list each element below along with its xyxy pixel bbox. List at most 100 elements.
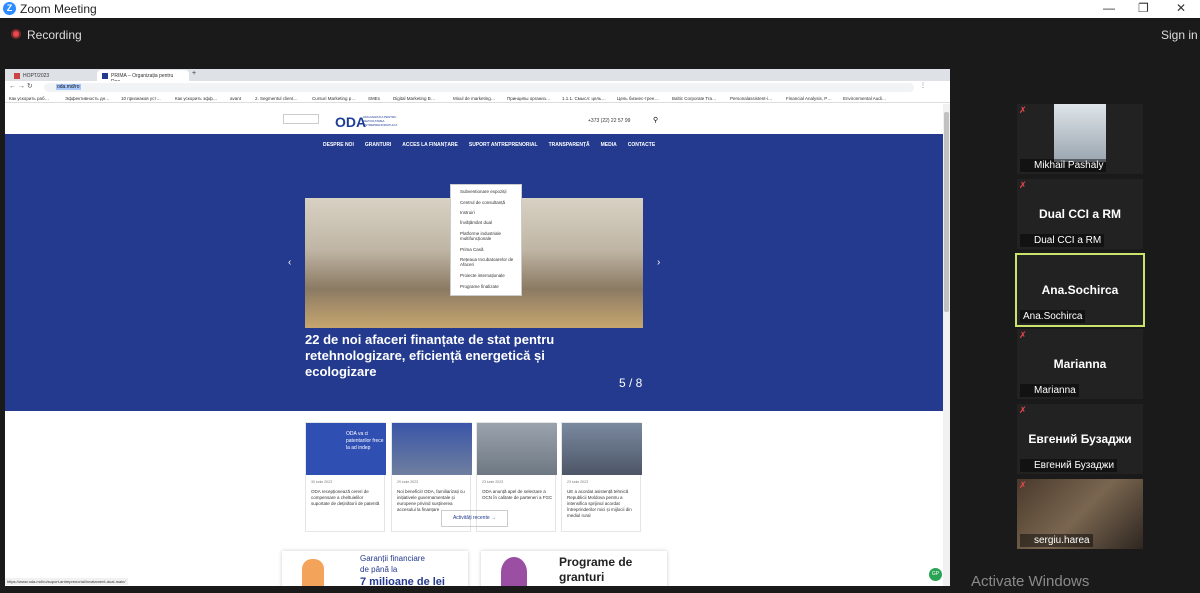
- dropdown-item[interactable]: Programe finalizate: [460, 284, 499, 289]
- ad-badge-icon[interactable]: GP: [929, 568, 942, 581]
- nav-item[interactable]: CONTACTE: [628, 142, 655, 148]
- bookmark[interactable]: Принципы организ…: [507, 96, 550, 101]
- search-icon[interactable]: ⚲: [653, 116, 658, 124]
- news-card-date: 29 iunie 2023: [397, 480, 419, 484]
- participant-display-name: Евгений Бузаджи: [1028, 432, 1132, 446]
- hero-prev-icon[interactable]: ‹: [288, 257, 291, 268]
- bookmark[interactable]: 1.1.1. Смысл: цель…: [562, 96, 606, 101]
- nav-item[interactable]: TRANSPARENȚĂ: [549, 142, 590, 148]
- hero-next-icon[interactable]: ›: [657, 257, 660, 268]
- bookmark[interactable]: Цель бизнес-трен…: [617, 96, 659, 101]
- new-tab-icon[interactable]: +: [192, 70, 196, 77]
- dropdown-item[interactable]: Învățământ dual: [460, 220, 492, 225]
- browser-tab-active[interactable]: PRIMA – Organizația pentru Dez: [97, 70, 189, 85]
- zoom-titlebar: Z Zoom Meeting — ❐ ✕: [0, 0, 1200, 18]
- nav-item[interactable]: DESPRE NOI: [323, 142, 354, 148]
- participant-name: sergiu.harea: [1020, 534, 1093, 547]
- bookmark[interactable]: Как ускорить эфф…: [175, 96, 217, 101]
- bookmark[interactable]: 2. Segmentul client…: [255, 96, 298, 101]
- slide-counter: 5 / 8: [619, 376, 643, 390]
- bookmark[interactable]: SMEs: [368, 96, 380, 101]
- url-bar[interactable]: oda.md/ro: [44, 83, 914, 92]
- windows-activation-watermark: Activate Windows: [971, 573, 1090, 590]
- participant-name: Ana.Sochirca: [1020, 310, 1086, 323]
- participant-name: Marianna: [1020, 384, 1079, 397]
- restore-icon[interactable]: ❐: [1138, 1, 1149, 15]
- bookmark[interactable]: Cursuri Marketing p…: [312, 96, 356, 101]
- hero-section: DESPRE NOI GRANTURI ACCES LA FINANȚARE SUPO…: [5, 134, 943, 532]
- scrollbar-thumb[interactable]: [944, 112, 949, 312]
- news-card-title[interactable]: ODA anunță apel de selectare a OCN în ca…: [482, 489, 554, 501]
- card-line: Garanții financiare: [360, 554, 425, 563]
- nav-item[interactable]: SUPORT ANTREPRENORIAL: [469, 142, 538, 148]
- recording-label[interactable]: Recording: [27, 28, 82, 42]
- participant-tile[interactable]: Marianna ✗ Marianna: [1017, 329, 1143, 399]
- bookmark[interactable]: Personalassistent-i…: [730, 96, 773, 101]
- bookmark[interactable]: 10 признаков уст…: [121, 96, 161, 101]
- sign-in-button[interactable]: Sign in: [1161, 28, 1198, 42]
- news-card-date: 30 iunie 2023: [311, 480, 333, 484]
- bookmark[interactable]: Environmental Audi…: [843, 96, 886, 101]
- browser-tab-strip: НОРТ/2023 PRIMA – Organizația pentru Dez…: [5, 69, 950, 85]
- zoom-logo-icon: Z: [3, 2, 16, 15]
- participant-name: Dual CCI a RM: [1020, 234, 1105, 247]
- bookmark[interactable]: Mixul de marketing…: [453, 96, 495, 101]
- grants-card[interactable]: Programe de granturi: [481, 551, 667, 586]
- bookmark[interactable]: Financial Analysis, P…: [786, 96, 832, 101]
- shared-screen: НОРТ/2023 PRIMA – Organizația pentru Dez…: [5, 69, 950, 586]
- main-nav: DESPRE NOI GRANTURI ACCES LA FINANȚARE SUPO…: [323, 142, 666, 148]
- nav-item[interactable]: MEDIA: [601, 142, 617, 148]
- dropdown-item[interactable]: Centrul de consultanță: [460, 200, 505, 205]
- participant-tile-speaking[interactable]: Ana.Sochirca Ana.Sochirca: [1015, 253, 1145, 327]
- bookmark[interactable]: Как ускорить раб…: [9, 96, 49, 101]
- close-icon[interactable]: ✕: [1176, 1, 1186, 15]
- participant-display-name: Dual CCI a RM: [1038, 207, 1121, 221]
- participant-tile[interactable]: ✗ sergiu.harea: [1017, 479, 1143, 549]
- back-forward-reload-icons[interactable]: ← → ↻: [9, 82, 33, 90]
- dropdown-item[interactable]: Platforme industriale multifuncționale: [460, 231, 518, 241]
- dropdown-item[interactable]: Instruiri: [460, 210, 475, 215]
- news-card-title[interactable]: UE a acordat asistență tehnică Republici…: [567, 489, 639, 519]
- participant-video: [1054, 104, 1106, 162]
- news-card[interactable]: ODA va ci patentarilor frece la ad indep…: [305, 422, 386, 532]
- news-card-title[interactable]: ODA recepționează cereri de compensare a…: [311, 489, 383, 507]
- phone-number[interactable]: +373 (22) 22 57 99: [588, 118, 630, 124]
- nav-item[interactable]: GRANTURI: [365, 142, 391, 148]
- recent-activities-button[interactable]: Activități recente →: [441, 510, 508, 527]
- oda-logo[interactable]: ODA: [335, 114, 366, 130]
- bookmark[interactable]: Digital Marketing B…: [393, 96, 435, 101]
- muted-mic-icon: ✗: [1019, 105, 1027, 115]
- bookmark[interactable]: avant: [230, 96, 241, 101]
- page-scrollbar[interactable]: [943, 104, 950, 586]
- muted-mic-icon: ✗: [1019, 330, 1027, 340]
- browser-menu-icon[interactable]: ⋮: [920, 82, 926, 89]
- news-card-image: [477, 423, 557, 475]
- participant-tile[interactable]: ✗ Mikhail Pashaly: [1017, 104, 1143, 174]
- hero-title[interactable]: 22 de noi afaceri finanțate de stat pent…: [305, 332, 605, 380]
- dropdown-item[interactable]: Subventionare expoziții: [460, 189, 507, 194]
- minimize-icon[interactable]: —: [1103, 1, 1115, 15]
- nav-item[interactable]: ACCES LA FINANȚARE: [402, 142, 458, 148]
- bookmark[interactable]: Эффективность дн…: [65, 96, 110, 101]
- illustration-icon: [501, 557, 527, 586]
- browser-address-row: ← → ↻ oda.md/ro ⋮: [5, 81, 950, 93]
- browser-tab[interactable]: НОРТ/2023: [9, 70, 95, 81]
- participant-tile[interactable]: Евгений Бузаджи ✗ Евгений Бузаджи: [1017, 404, 1143, 474]
- recording-icon[interactable]: [11, 29, 21, 39]
- meeting-topbar: [0, 18, 1200, 50]
- participant-tile[interactable]: Dual CCI a RM ✗ Dual CCI a RM: [1017, 179, 1143, 249]
- guarantee-card[interactable]: Garanții financiare de până la 7 milioan…: [282, 551, 468, 586]
- bookmarks-bar: Как ускорить раб… Эффективность дн… 10 п…: [5, 93, 950, 103]
- oda-website: ODA ORGANIZAȚIA PENTRU DEZVOLTAREA ANTRE…: [5, 104, 943, 586]
- dropdown-item[interactable]: Prima Casă: [460, 247, 484, 252]
- card-line: Programe de: [559, 555, 633, 569]
- news-card-image: [392, 423, 472, 475]
- dropdown-item[interactable]: Proiecte internaționale: [460, 273, 505, 278]
- participant-name: Евгений Бузаджи: [1020, 459, 1118, 472]
- news-card[interactable]: 23 iunie 2023 UE a acordat asistență teh…: [561, 422, 642, 532]
- bookmark[interactable]: Baltic Corporate Tra…: [672, 96, 717, 101]
- dropdown-item[interactable]: Rețeaua Incubatoarelor de Afaceri: [460, 257, 518, 267]
- tab-favicon-icon: [102, 73, 108, 79]
- window-title: Zoom Meeting: [20, 2, 97, 16]
- news-card-image: [562, 423, 642, 475]
